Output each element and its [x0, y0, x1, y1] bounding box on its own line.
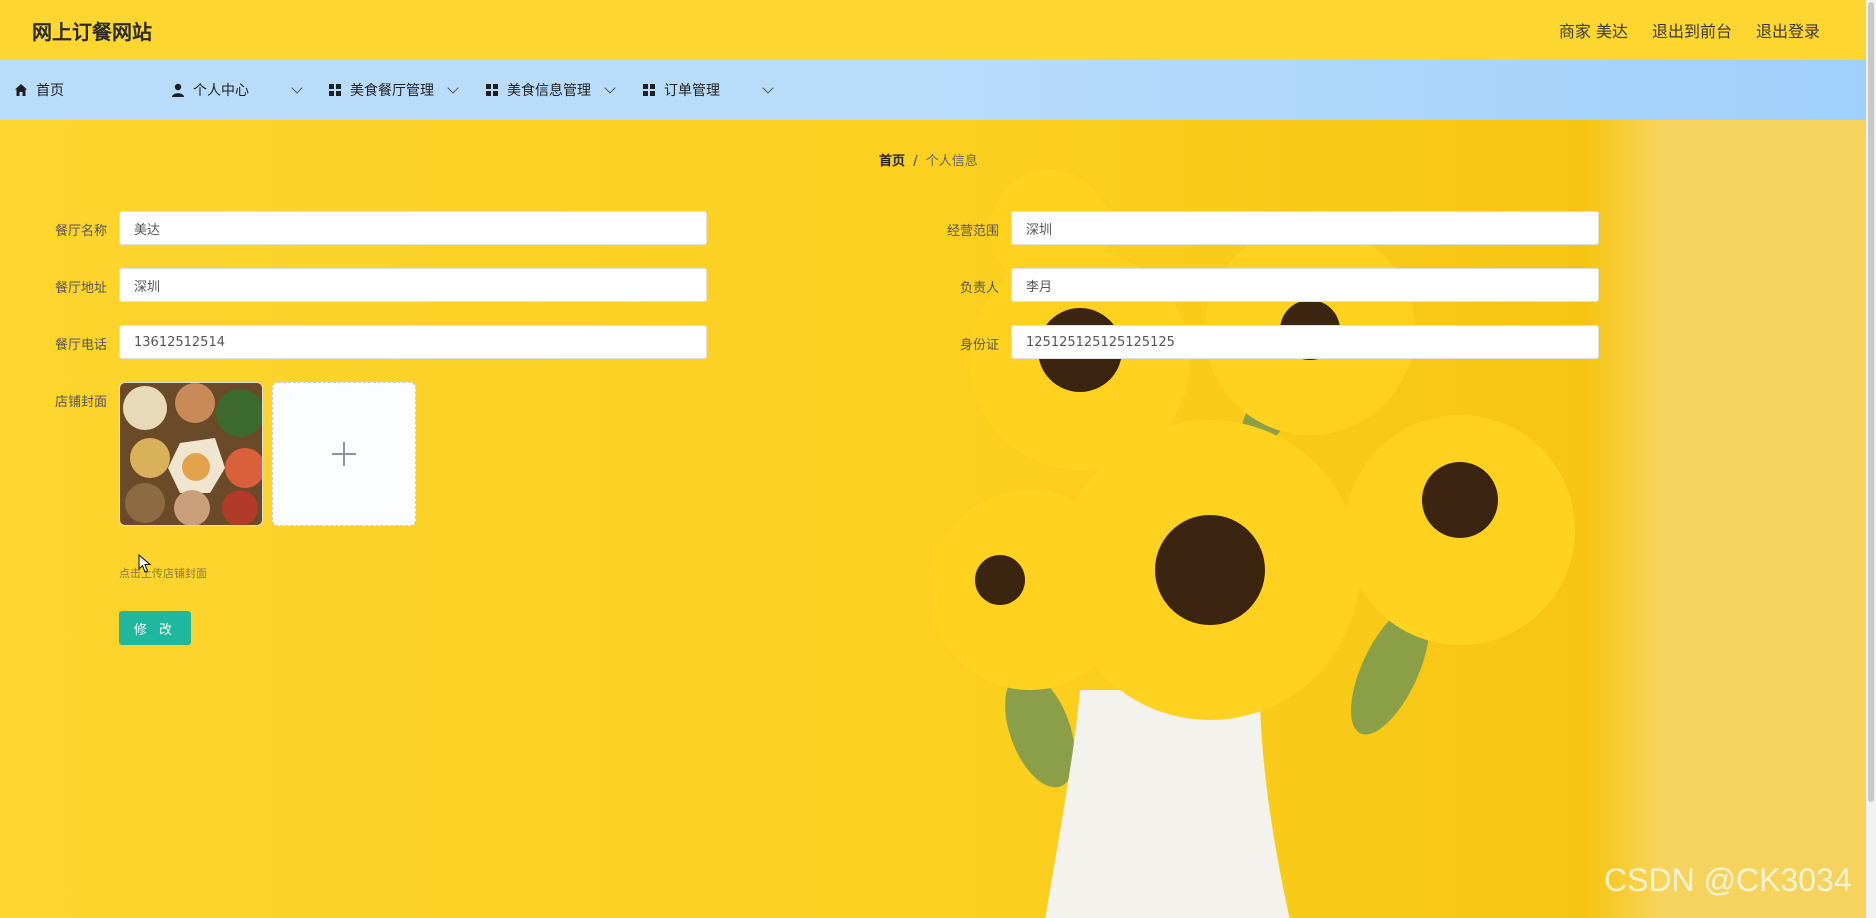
chevron-down-icon: [604, 82, 616, 94]
restaurant-phone-input[interactable]: [119, 325, 707, 359]
logout-link[interactable]: 退出登录: [1756, 18, 1820, 42]
chevron-down-icon: [447, 82, 459, 94]
nav-item-label: 美食餐厅管理: [350, 83, 434, 99]
grid-icon: [642, 83, 656, 97]
breadcrumb: 首页 / 个人信息: [879, 150, 978, 169]
business-scope-label: 经营范围: [946, 224, 999, 239]
restaurant-address-input[interactable]: [119, 268, 707, 302]
id-card-label: 身份证: [959, 338, 999, 353]
plus-icon: [332, 442, 356, 466]
chevron-down-icon: [291, 82, 303, 94]
user-label: 商家 美达: [1558, 22, 1628, 41]
header-links: 商家 美达 退出到前台 退出登录: [1559, 18, 1820, 42]
user-icon: [171, 83, 185, 97]
cover-label: 店铺封面: [54, 395, 107, 410]
main-nav: 首页 个人中心 美食餐厅管理 美食信息管理 订单管理: [0, 60, 1866, 120]
id-card-input[interactable]: [1011, 325, 1599, 359]
nav-item-order-management[interactable]: 订单管理: [642, 60, 774, 120]
scrollbar-thumb[interactable]: [1868, 2, 1874, 802]
restaurant-address-label: 餐厅地址: [54, 281, 107, 296]
front-page-link[interactable]: 退出到前台: [1652, 18, 1732, 42]
nav-item-label: 首页: [36, 83, 64, 99]
nav-item-label: 个人中心: [193, 83, 249, 99]
watermark: CSDN @CK3034: [1604, 862, 1852, 898]
upload-tip: 点击上传店铺封面: [119, 567, 207, 580]
site-title: 网上订餐网站: [32, 20, 152, 44]
background-wall: [1665, 120, 1866, 918]
restaurant-name-label: 餐厅名称: [54, 224, 107, 239]
main-content: 首页 / 个人信息 餐厅名称 餐厅地址 餐厅电话 店铺封面 点击上传店铺封面 修 改…: [0, 120, 1866, 918]
nav-item-restaurant-management[interactable]: 美食餐厅管理: [328, 60, 460, 120]
top-header: 网上订餐网站 商家 美达 退出到前台 退出登录: [0, 0, 1866, 61]
nav-item-personal-center[interactable]: 个人中心: [171, 60, 303, 120]
sunflower-background-image: [930, 170, 1575, 918]
home-icon: [14, 83, 28, 97]
nav-item-food-management[interactable]: 美食信息管理: [485, 60, 617, 120]
modify-button[interactable]: 修 改: [119, 611, 191, 645]
cover-image-thumbnail[interactable]: [119, 382, 263, 526]
grid-icon: [485, 83, 499, 97]
manager-label: 负责人: [959, 281, 999, 296]
breadcrumb-current: 个人信息: [925, 154, 978, 169]
nav-item-home[interactable]: 首页: [14, 60, 64, 120]
breadcrumb-separator: /: [913, 154, 918, 169]
restaurant-name-input[interactable]: [119, 211, 707, 245]
chevron-down-icon: [762, 82, 774, 94]
page-scrollbar[interactable]: [1866, 0, 1876, 918]
mouse-cursor-icon: [138, 554, 152, 573]
restaurant-phone-label: 餐厅电话: [54, 338, 107, 353]
grid-icon: [328, 83, 342, 97]
business-scope-input[interactable]: [1011, 211, 1599, 245]
nav-item-label: 订单管理: [664, 83, 720, 99]
breadcrumb-home[interactable]: 首页: [879, 154, 905, 169]
nav-item-label: 美食信息管理: [507, 83, 591, 99]
upload-cover-button[interactable]: [272, 382, 416, 526]
manager-input[interactable]: [1011, 268, 1599, 302]
